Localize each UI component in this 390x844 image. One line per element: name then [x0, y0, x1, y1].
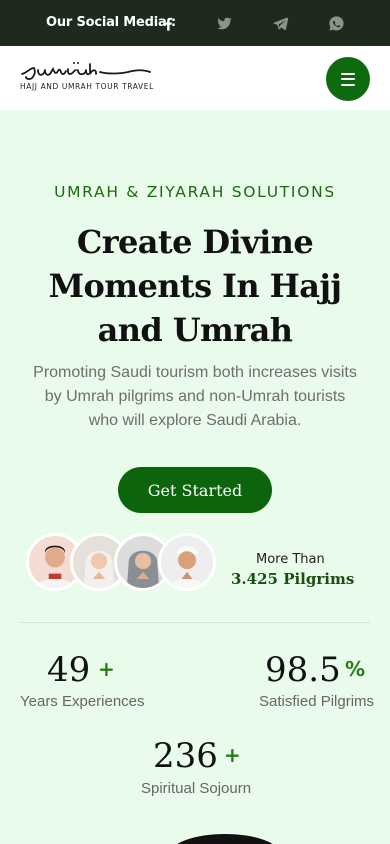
- headline-line-2: Moments In Hajj: [48, 267, 342, 305]
- twitter-icon[interactable]: [214, 13, 234, 33]
- logo-tagline: HAJJ AND UMRAH TOUR TRAVEL: [20, 82, 154, 91]
- headline-line-3: and Umrah: [97, 311, 293, 349]
- divider: [20, 622, 370, 623]
- pilgrims-count: 3.425 Pilgrims: [231, 570, 355, 588]
- stat-suffix: +: [98, 657, 115, 681]
- more-than-label: More Than: [256, 552, 325, 567]
- stat-value: 49: [47, 650, 91, 690]
- hero-image-partial: [170, 834, 280, 844]
- hamburger-menu-button[interactable]: [326, 57, 370, 101]
- get-started-button[interactable]: Get Started: [118, 467, 272, 513]
- stat-suffix: %: [345, 657, 366, 681]
- avatar: [158, 533, 216, 591]
- stat-label: Years Experiences: [20, 693, 145, 710]
- hamburger-menu-icon: [341, 72, 355, 75]
- social-topbar: Our Social Media :: [0, 0, 390, 46]
- stat-suffix: +: [224, 743, 241, 767]
- facebook-icon[interactable]: [158, 13, 178, 33]
- pilgrim-avatars: [26, 533, 216, 591]
- stat-value: 98.5: [265, 650, 341, 690]
- hero-description: Promoting Saudi tourism both increases v…: [33, 364, 357, 429]
- stat-value: 236: [153, 736, 218, 776]
- stat-label: Satisfied Pilgrims: [259, 693, 375, 710]
- hero-headline: Create Divine Moments In Hajj and Umrah: [20, 220, 370, 352]
- headline-line-1: Create Divine: [76, 223, 314, 261]
- whatsapp-icon[interactable]: [326, 13, 346, 33]
- hero-eyebrow: UMRAH & ZIYARAH SOLUTIONS: [54, 183, 336, 201]
- stat-label: Spiritual Sojourn: [141, 780, 252, 797]
- social-media-label: Our Social Media :: [46, 15, 176, 30]
- site-header: HAJJ AND UMRAH TOUR TRAVEL: [0, 46, 390, 110]
- jumrah-logo[interactable]: HAJJ AND UMRAH TOUR TRAVEL: [20, 60, 154, 100]
- telegram-icon[interactable]: [270, 13, 290, 33]
